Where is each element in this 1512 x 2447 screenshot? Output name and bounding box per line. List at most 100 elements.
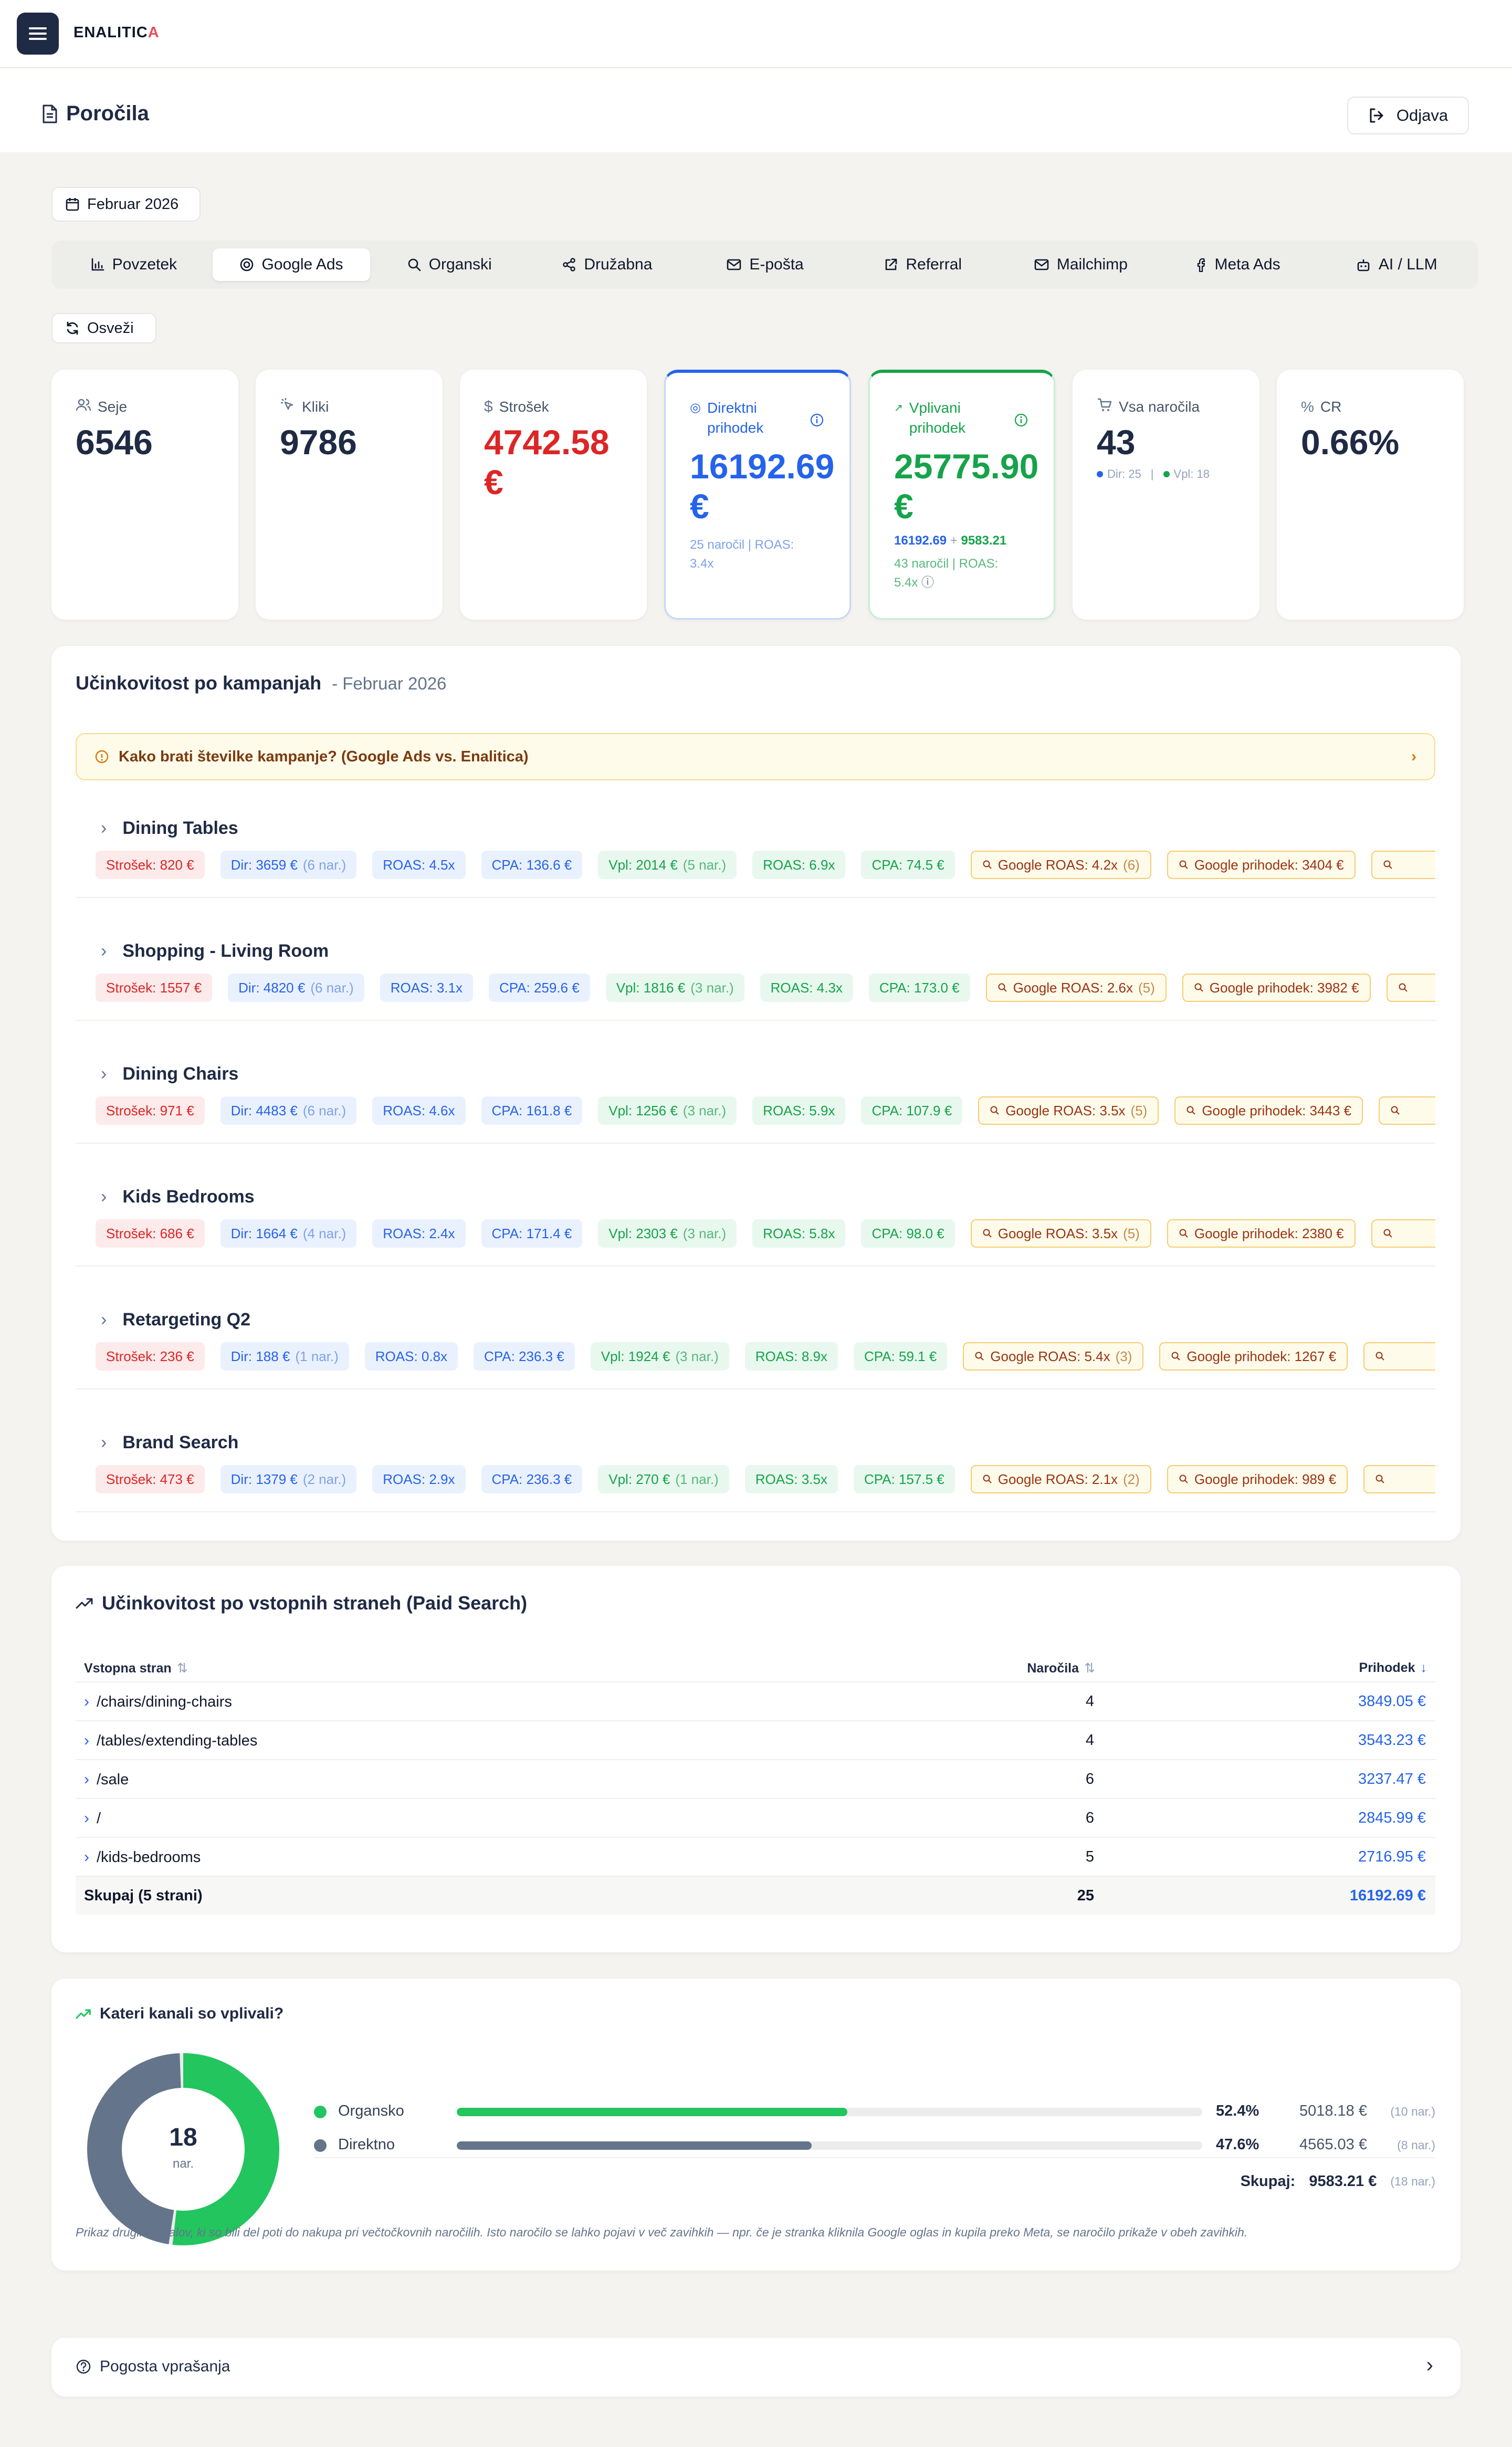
col-landing-page[interactable]: Vstopna stran ⇅ xyxy=(84,1660,188,1676)
search-icon xyxy=(998,983,1007,992)
chip-direct-roas: ROAS: 2.9x xyxy=(372,1465,466,1493)
search-icon xyxy=(1383,860,1392,869)
logout-button[interactable]: Odjava xyxy=(1347,97,1469,134)
table-row[interactable]: › /sale 6 3237.47 € xyxy=(76,1759,1435,1798)
period-picker[interactable]: Februar 2026 xyxy=(51,187,201,222)
bar-chart-icon xyxy=(90,257,105,272)
info-icon[interactable]: ⓘ xyxy=(921,576,934,590)
period-label: Februar 2026 xyxy=(87,195,179,213)
search-icon xyxy=(1186,1106,1196,1115)
campaign-name[interactable]: › Shopping - Living Room xyxy=(101,941,329,961)
chevron-right-icon: › xyxy=(101,1432,107,1452)
kpi-orders-split: Dir: 25 | Vpl: 18 xyxy=(1097,467,1210,481)
direct-dot xyxy=(1097,471,1103,477)
share-icon xyxy=(562,257,576,272)
tab-e-pošta[interactable]: E-pošta xyxy=(686,248,844,281)
campaign-name[interactable]: › Kids Bedrooms xyxy=(101,1187,255,1207)
cursor-click-icon xyxy=(281,398,293,410)
chip-influenced-revenue: Vpl: 270 € (1 nar.) xyxy=(598,1465,729,1493)
campaign-name[interactable]: › Brand Search xyxy=(101,1432,238,1453)
landing-orders: 4 xyxy=(1085,1732,1094,1749)
chip-direct-roas: ROAS: 2.4x xyxy=(372,1219,466,1248)
tab-referral[interactable]: Referral xyxy=(844,248,1002,281)
chip-google-revenue: Google prihodek: 1267 € xyxy=(1159,1342,1348,1371)
campaign-name[interactable]: › Dining Tables xyxy=(101,818,238,839)
chip-direct-cpa: CPA: 236.3 € xyxy=(481,1465,583,1493)
col-revenue[interactable]: Prihodek ↓ xyxy=(1359,1660,1427,1676)
chip-google-revenue: Google prihodek: 989 € xyxy=(1167,1465,1348,1493)
chip-influenced-roas: ROAS: 5.9x xyxy=(752,1096,846,1125)
search-icon xyxy=(1399,983,1408,992)
search-icon xyxy=(1376,1352,1384,1361)
chip-direct-roas: ROAS: 0.8x xyxy=(364,1342,458,1371)
tab-label: Povzetek xyxy=(112,256,177,273)
chip-google-roas: Google ROAS: 4.2x (6) xyxy=(970,851,1151,879)
chip-influenced-revenue: Vpl: 1256 € (3 nar.) xyxy=(598,1096,737,1125)
kpi-direct-value: 16192.69 € xyxy=(690,447,835,526)
chip-cost: Strošek: 1557 € xyxy=(96,974,213,1002)
campaign-row[interactable]: › Dining Chairs Strošek: 971 € Dir: 4483 €(… xyxy=(76,1049,1435,1144)
chevron-right-icon: › xyxy=(84,1848,89,1866)
search-icon xyxy=(1376,1475,1384,1483)
search-icon xyxy=(990,1106,999,1115)
search-icon xyxy=(1383,1229,1392,1238)
table-row[interactable]: › /chairs/dining-chairs 4 3849.05 € xyxy=(76,1681,1435,1720)
tab-label: Google Ads xyxy=(261,256,343,273)
landing-revenue: 3237.47 € xyxy=(1358,1771,1426,1787)
chip-google-roas: Google ROAS: 5.4x (3) xyxy=(963,1342,1144,1371)
robot-icon xyxy=(1356,257,1371,272)
faq-accordion[interactable]: Pogosta vprašanja › xyxy=(51,2338,1461,2397)
table-total-row: Skupaj (5 strani) 25 16192.69 € xyxy=(76,1876,1435,1915)
tab-organski[interactable]: Organski xyxy=(370,248,528,281)
chip-google-roas: Google ROAS: 3.5x (5) xyxy=(978,1096,1159,1125)
campaigns-help-note[interactable]: Kako brati številke kampanje? (Google Ad… xyxy=(76,733,1435,780)
main-content: Februar 2026 Povzetek Google Ads Organski D… xyxy=(17,152,1495,2431)
kpi-orders-value: 43 xyxy=(1097,423,1136,462)
landing-page-path: /sale xyxy=(97,1771,129,1788)
kpi-cost-label: Strošek xyxy=(499,399,549,415)
tab-družabna[interactable]: Družabna xyxy=(528,248,686,281)
table-row[interactable]: › / 6 2845.99 € xyxy=(76,1798,1435,1837)
menu-button[interactable] xyxy=(17,13,59,55)
landing-page-path: /kids-bedrooms xyxy=(97,1848,201,1866)
table-row[interactable]: › /tables/extending-tables 4 3543.23 € xyxy=(76,1720,1435,1759)
external-link-icon xyxy=(884,257,898,272)
info-icon[interactable] xyxy=(1014,413,1028,427)
refresh-button[interactable]: Osveži xyxy=(51,313,156,343)
chip-more xyxy=(1371,851,1435,879)
campaign-row[interactable]: › Kids Bedrooms Strošek: 686 € Dir: 1664 €(… xyxy=(76,1172,1435,1267)
chevron-right-icon: › xyxy=(84,1771,89,1788)
kpi-influenced-value: 25775.90 € xyxy=(894,447,1039,526)
chip-direct-cpa: CPA: 259.6 € xyxy=(488,974,590,1002)
tab-povzetek[interactable]: Povzetek xyxy=(55,248,213,281)
campaign-name[interactable]: › Retargeting Q2 xyxy=(101,1310,250,1330)
logo[interactable]: ENALITICA xyxy=(74,24,160,41)
tab-ai-llm[interactable]: AI / LLM xyxy=(1317,248,1475,281)
col-orders[interactable]: Naročila ⇅ xyxy=(1027,1660,1095,1676)
channels-donut: 18 nar. xyxy=(87,2053,279,2245)
kpi-cr-value: 0.66% xyxy=(1301,423,1400,462)
chip-influenced-revenue: Vpl: 1816 € (3 nar.) xyxy=(605,974,744,1002)
channel-progress-bar xyxy=(457,2141,1202,2150)
campaign-row[interactable]: › Shopping - Living Room Strošek: 1557 € Di… xyxy=(76,926,1435,1021)
search-icon xyxy=(1179,1475,1188,1483)
search-icon xyxy=(1391,1106,1400,1115)
tab-google-ads[interactable]: Google Ads xyxy=(212,248,371,281)
campaign-name[interactable]: › Dining Chairs xyxy=(101,1064,238,1084)
info-icon xyxy=(95,750,109,764)
campaign-row[interactable]: › Dining Tables Strošek: 820 € Dir: 3659 €(… xyxy=(76,803,1435,898)
kpi-influenced-label: Vplivani prihodek xyxy=(909,400,966,436)
tab-label: E-pošta xyxy=(749,256,804,273)
tab-label: Meta Ads xyxy=(1214,256,1280,273)
tab-mailchimp[interactable]: Mailchimp xyxy=(1002,248,1160,281)
tab-meta-ads[interactable]: Meta Ads xyxy=(1160,248,1318,281)
chip-google-revenue: Google prihodek: 3404 € xyxy=(1167,851,1356,879)
search-icon xyxy=(983,1229,992,1238)
chip-influenced-revenue: Vpl: 2014 € (5 nar.) xyxy=(598,851,737,879)
kpi-influenced-revenue: ↗ Vplivani prihodek 25775.90 € 16192.69 +… xyxy=(868,370,1055,620)
info-icon[interactable] xyxy=(810,413,824,427)
campaign-row[interactable]: › Retargeting Q2 Strošek: 236 € Dir: 188 €(… xyxy=(76,1295,1435,1389)
campaign-row[interactable]: › Brand Search Strošek: 473 € Dir: 1379 € (2… xyxy=(76,1418,1435,1512)
tab-label: AI / LLM xyxy=(1378,256,1437,273)
table-row[interactable]: › /kids-bedrooms 5 2716.95 € xyxy=(76,1837,1435,1876)
